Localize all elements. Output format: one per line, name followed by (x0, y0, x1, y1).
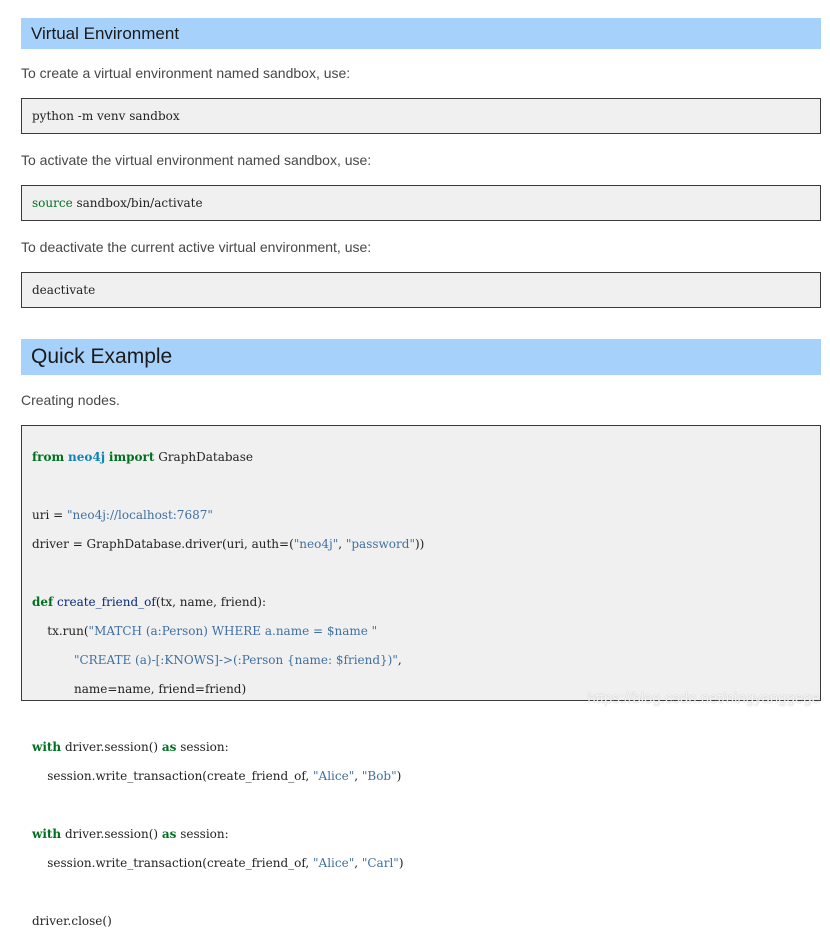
code-line: session.write_transaction(create_friend_… (32, 856, 820, 871)
code-token: driver = GraphDatabase.driver(uri, auth=… (32, 537, 294, 551)
code-token: "password" (345, 537, 415, 551)
code-token: "Carl" (361, 856, 399, 870)
code-token: "Alice" (313, 856, 355, 870)
code-token: uri = (32, 508, 67, 522)
code-token: driver.session() (61, 740, 162, 754)
code-text: deactivate (32, 283, 96, 297)
section-title-text: Quick Example (31, 345, 173, 368)
code-token: create_friend_of (57, 595, 156, 609)
code-line: driver = GraphDatabase.driver(uri, auth=… (32, 537, 820, 552)
section-title-quick-example: Quick Example (21, 339, 821, 375)
code-token: session.write_transaction(create_friend_… (32, 856, 314, 870)
code-line: with driver.session() as session: (32, 827, 820, 842)
code-token: tx.run( (32, 624, 89, 638)
code-line: with driver.session() as session: (32, 740, 820, 755)
code-token: GraphDatabase (154, 450, 253, 464)
code-token: session: (176, 740, 229, 754)
code-token: "Alice" (313, 769, 355, 783)
code-line: driver.close() (32, 914, 820, 929)
paragraph-deactivate-venv: To deactivate the current active virtual… (21, 239, 372, 255)
code-line: from neo4j import GraphDatabase (32, 450, 820, 465)
code-token: with (32, 827, 62, 841)
code-token: , (354, 769, 362, 783)
code-block-activate-venv[interactable]: source sandbox/bin/activate (21, 185, 821, 221)
code-token: as (161, 827, 177, 841)
code-token: session.write_transaction(create_friend_… (32, 769, 314, 783)
code-token: as (161, 740, 177, 754)
code-block-create-venv[interactable]: python -m venv sandbox (21, 98, 821, 134)
code-line: session.write_transaction(create_friend_… (32, 769, 820, 784)
code-text: python -m venv sandbox (32, 109, 180, 123)
code-block-quick-example[interactable]: from neo4j import GraphDatabase uri = "n… (21, 425, 821, 928)
code-token: "Bob" (361, 769, 397, 783)
code-block-deactivate-venv[interactable]: deactivate (21, 272, 821, 308)
code-token: "neo4j" (293, 537, 339, 551)
section-title-text: Virtual Environment (31, 23, 180, 43)
code-token: session: (176, 827, 229, 841)
code-token: neo4j (68, 450, 106, 464)
code-line: "CREATE (a)-[:KNOWS]->(:Person {name: $f… (32, 653, 820, 668)
code-token: , (338, 537, 346, 551)
code-token: from (32, 450, 65, 464)
code-text: sandbox/bin/activate (72, 196, 203, 210)
code-line: uri = "neo4j://localhost:7687" (32, 508, 820, 523)
code-token: ) (396, 769, 402, 783)
code-token: , (397, 653, 402, 667)
code-token: driver.close() (32, 914, 112, 928)
watermark: https://blog.csdn.net/ningyanggege (587, 690, 820, 707)
code-line: def create_friend_of(tx, name, friend): (32, 595, 820, 610)
code-token: name=name, friend=friend) (32, 682, 247, 696)
code-token: driver.session() (61, 827, 162, 841)
code-token: )) (414, 537, 425, 551)
code-token: ) (398, 856, 404, 870)
paragraph-creating-nodes: Creating nodes. (21, 392, 120, 408)
code-token: with (32, 740, 62, 754)
code-token: def (32, 595, 54, 609)
code-token: "CREATE (a)-[:KNOWS]->(:Person {name: $f… (73, 653, 398, 667)
paragraph-create-venv: To create a virtual environment named sa… (21, 65, 351, 81)
code-token: import (108, 450, 155, 464)
paragraph-activate-venv: To activate the virtual environment name… (21, 152, 372, 168)
code-line: tx.run("MATCH (a:Person) WHERE a.name = … (32, 624, 820, 639)
code-token: (tx, name, friend): (155, 595, 267, 609)
code-token: , (354, 856, 362, 870)
code-keyword: source (32, 196, 73, 210)
section-title-virtual-environment: Virtual Environment (21, 18, 821, 49)
code-token: "MATCH (a:Person) WHERE a.name = $name " (88, 624, 378, 638)
code-token: "neo4j://localhost:7687" (67, 508, 213, 522)
